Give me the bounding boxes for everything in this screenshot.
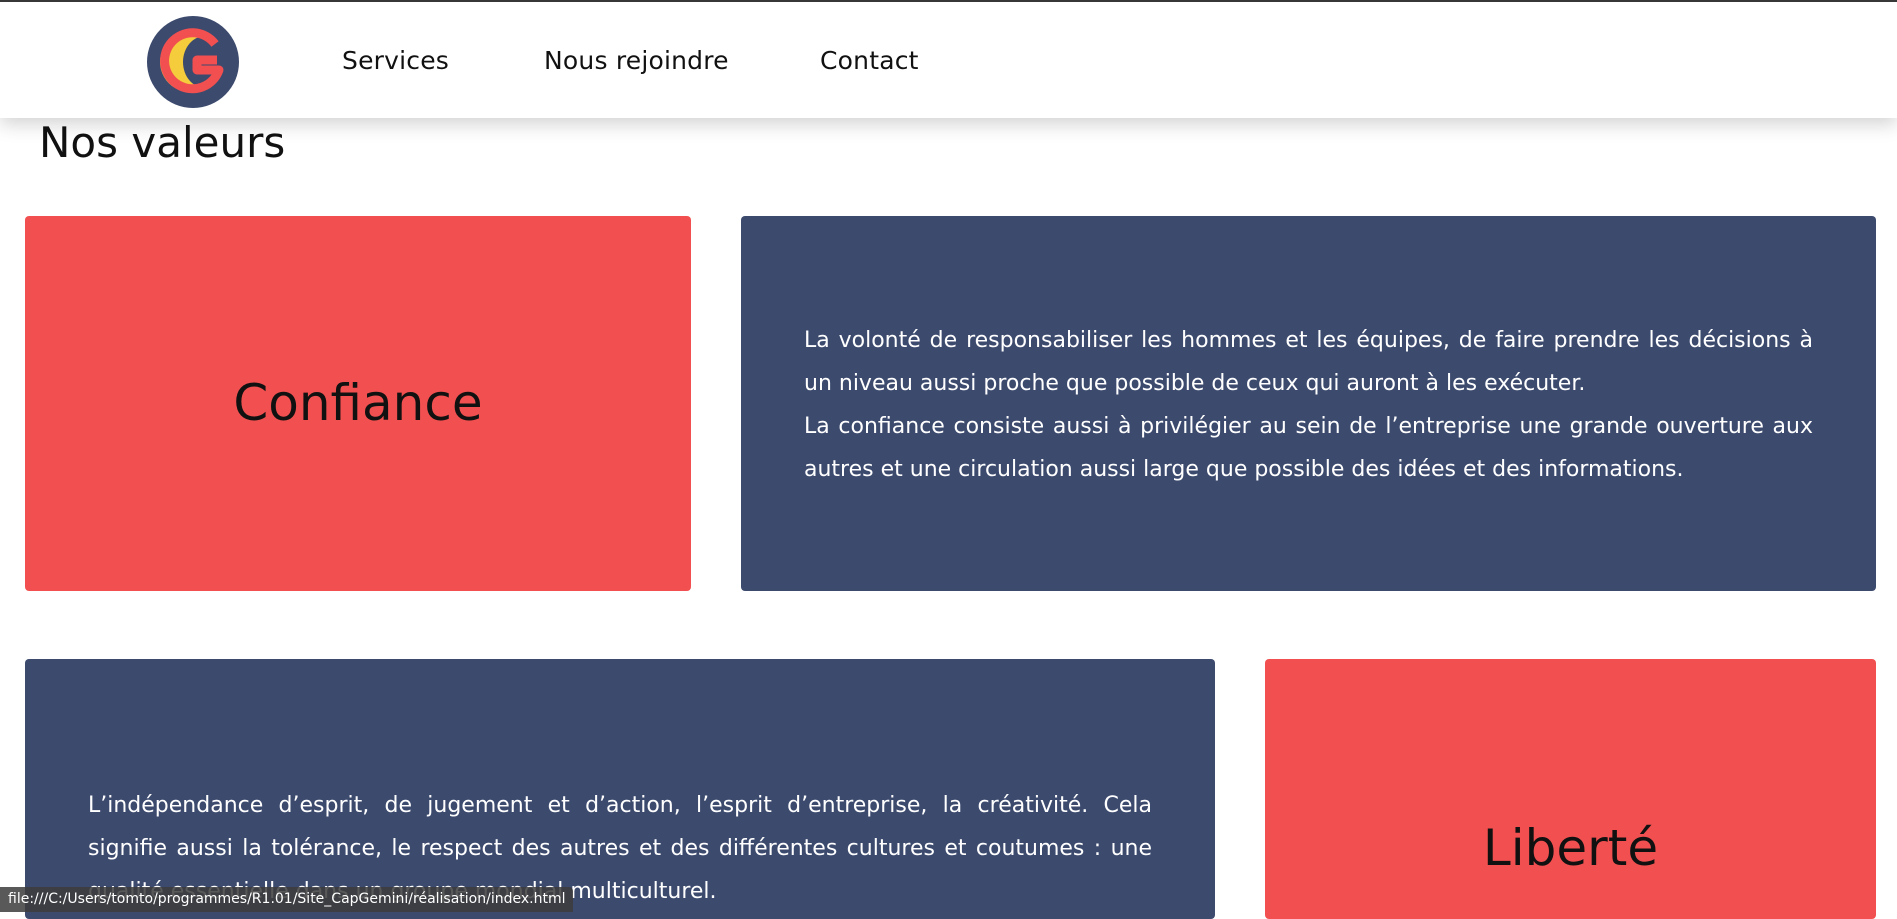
value-card-liberte-title: Liberté	[1265, 659, 1876, 919]
page-title: Nos valeurs	[39, 118, 286, 167]
nav-link-nous-rejoindre[interactable]: Nous rejoindre	[544, 46, 729, 75]
value-card-confiance-description: La volonté de responsabiliser les hommes…	[741, 216, 1876, 591]
value-paragraph: La volonté de responsabiliser les hommes…	[804, 328, 1813, 396]
value-card-liberte-description: L’indépendance d’esprit, de jugement et …	[25, 659, 1215, 919]
value-title-liberte: Liberté	[1482, 819, 1659, 877]
value-paragraph: La confiance consiste aussi à privilégie…	[804, 414, 1813, 482]
nav-link-services[interactable]: Services	[342, 46, 449, 75]
site-header: Services Nous rejoindre Contact	[0, 2, 1897, 118]
capgemini-logo-icon[interactable]	[147, 16, 239, 108]
value-title-confiance: Confiance	[233, 374, 483, 432]
browser-status-bar-url: file:///C:/Users/tomto/programmes/R1.01/…	[0, 887, 574, 912]
value-description-confiance: La volonté de responsabiliser les hommes…	[804, 319, 1813, 491]
nav-link-contact[interactable]: Contact	[820, 46, 919, 75]
value-card-confiance-title: Confiance	[25, 216, 691, 591]
